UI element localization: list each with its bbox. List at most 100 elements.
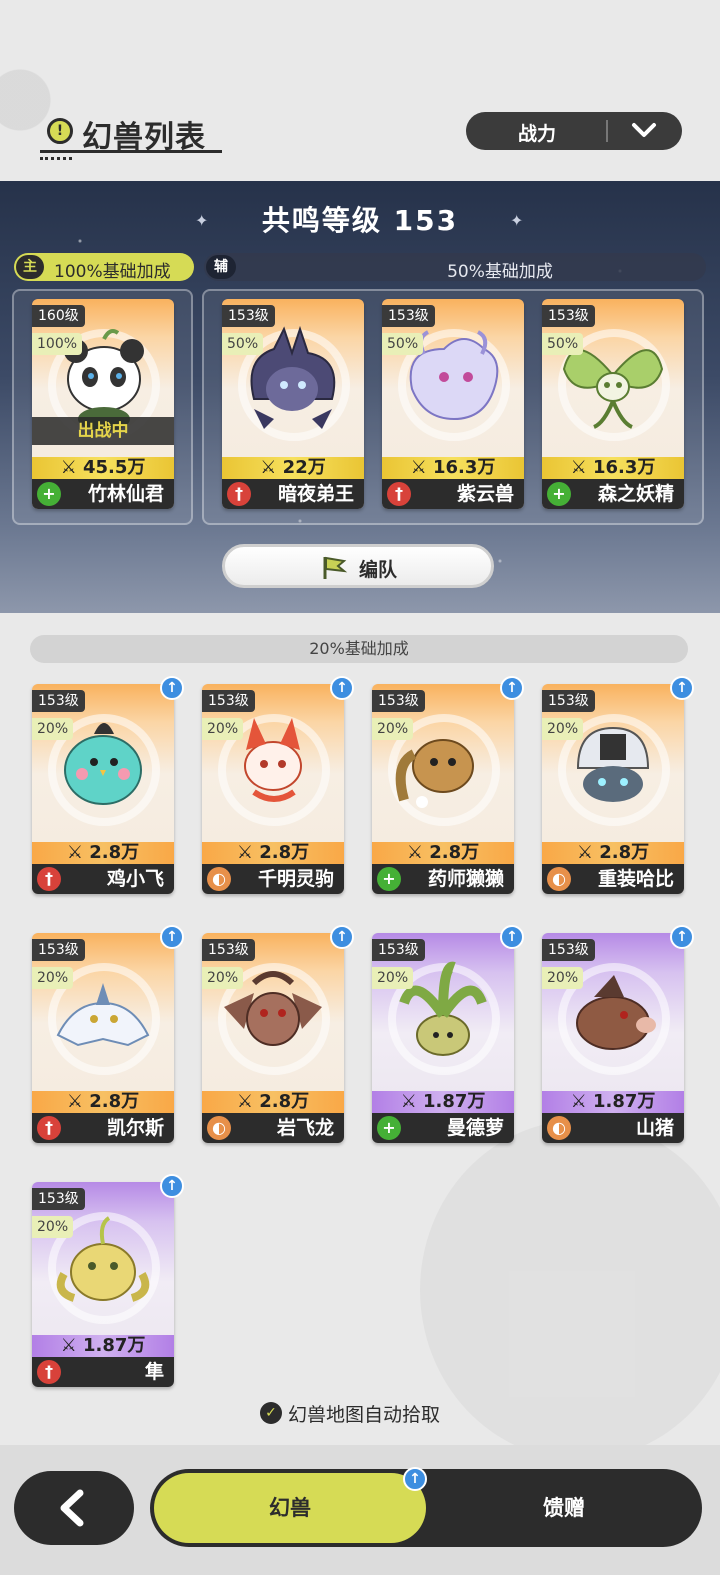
card-name-text: 山猪: [635, 1117, 674, 1139]
plus-icon: +: [37, 482, 61, 506]
team-card-main[interactable]: 出战中 160级 100% ⚔ 45.5万 + 竹林仙君: [32, 299, 174, 509]
back-arrow-icon: [60, 1489, 84, 1527]
card-power-value: 1.87万: [423, 1091, 486, 1112]
card-bonus-pct: 20%: [372, 967, 414, 989]
card-name: + 森之妖精: [542, 479, 684, 509]
card-name: † 隼: [32, 1357, 174, 1387]
beast-card[interactable]: 153级 20% ⚔ 1.87万 ◐ 山猪: [542, 933, 684, 1143]
title-underline: [40, 150, 222, 153]
beast-card[interactable]: 153级 20% ⚔ 2.8万 ◐ 岩飞龙: [202, 933, 344, 1143]
arrow-up-icon[interactable]: ↑: [500, 676, 524, 700]
card-bonus-pct: 20%: [542, 718, 584, 740]
arrow-up-icon[interactable]: ↑: [330, 925, 354, 949]
team-card-support-1[interactable]: 153级 50% ⚔ 22万 † 暗夜弟王: [222, 299, 364, 509]
plus-icon: +: [377, 867, 401, 891]
team-card-support-2[interactable]: 153级 50% ⚔ 16.3万 † 紫云兽: [382, 299, 524, 509]
sword-icon: †: [37, 867, 61, 891]
beast-card[interactable]: 153级 20% ⚔ 1.87万 † 隼: [32, 1182, 174, 1387]
arrow-up-icon[interactable]: ↑: [670, 925, 694, 949]
card-power: ⚔ 2.8万: [542, 842, 684, 864]
crossed-swords-icon: ⚔: [570, 1091, 587, 1112]
card-name: † 暗夜弟王: [222, 479, 364, 509]
card-power: ⚔ 22万: [222, 457, 364, 479]
beast-card[interactable]: 153级 20% ⚔ 2.8万 † 凯尔斯: [32, 933, 174, 1143]
card-name-text: 紫云兽: [456, 483, 514, 505]
card-bonus-pct: 20%: [202, 967, 244, 989]
card-level: 160级: [32, 305, 85, 327]
card-name-text: 重装哈比: [597, 868, 674, 890]
card-name: † 凯尔斯: [32, 1113, 174, 1143]
card-power: ⚔ 45.5万: [32, 457, 174, 479]
background-cat-watermark: [420, 1120, 720, 1460]
formation-label: 编队: [359, 559, 398, 581]
card-name: ◐ 岩飞龙: [202, 1113, 344, 1143]
back-button[interactable]: [14, 1471, 134, 1545]
plus-icon: +: [377, 1116, 401, 1140]
arrow-up-icon[interactable]: ↑: [500, 925, 524, 949]
sword-icon: †: [37, 1360, 61, 1384]
formation-button[interactable]: 编队: [222, 544, 494, 588]
checkmark-icon: ✓: [260, 1402, 282, 1424]
beast-card[interactable]: 153级 20% ⚔ 2.8万 ◐ 千明灵驹: [202, 684, 344, 894]
arrow-up-icon[interactable]: ↑: [330, 676, 354, 700]
card-level: 153级: [382, 305, 435, 327]
card-power-value: 2.8万: [599, 842, 650, 863]
card-power: ⚔ 2.8万: [32, 842, 174, 864]
tab-gift[interactable]: 馈赠: [430, 1473, 698, 1543]
card-level: 153级: [372, 690, 425, 712]
card-level: 153级: [542, 305, 595, 327]
crossed-swords-icon: ⚔: [60, 457, 77, 478]
card-name-text: 竹林仙君: [87, 483, 164, 505]
card-bonus-pct: 50%: [542, 333, 584, 355]
shield-icon: ◐: [207, 1116, 231, 1140]
card-name: ◐ 山猪: [542, 1113, 684, 1143]
arrow-up-icon[interactable]: ↑: [160, 925, 184, 949]
card-power-value: 16.3万: [433, 457, 496, 478]
beast-card[interactable]: 153级 20% ⚔ 2.8万 + 药师獭獭: [372, 684, 514, 894]
shield-icon: ◐: [547, 867, 571, 891]
card-name-text: 岩飞龙: [276, 1117, 334, 1139]
beast-card[interactable]: 153级 20% ⚔ 1.87万 + 曼德萝: [372, 933, 514, 1143]
card-power: ⚔ 16.3万: [542, 457, 684, 479]
card-power-value: 2.8万: [259, 842, 310, 863]
card-name: ◐ 重装哈比: [542, 864, 684, 894]
card-level: 153级: [222, 305, 275, 327]
crossed-swords-icon: ⚔: [66, 1091, 83, 1112]
info-icon[interactable]: !: [47, 118, 73, 144]
arrow-up-icon[interactable]: ↑: [160, 676, 184, 700]
card-power: ⚔ 2.8万: [32, 1091, 174, 1113]
card-power: ⚔ 1.87万: [32, 1335, 174, 1357]
card-name-text: 凯尔斯: [106, 1117, 164, 1139]
shield-icon: ◐: [547, 1116, 571, 1140]
card-power: ⚔ 1.87万: [542, 1091, 684, 1113]
sword-icon: †: [37, 1116, 61, 1140]
card-power-value: 2.8万: [89, 1091, 140, 1112]
card-name: + 曼德萝: [372, 1113, 514, 1143]
crossed-swords-icon: ⚔: [576, 842, 593, 863]
card-name-text: 鸡小飞: [106, 868, 164, 890]
resonance-level: 共鸣等级 153: [261, 204, 459, 237]
crossed-swords-icon: ⚔: [236, 1091, 253, 1112]
card-level: 153级: [32, 1188, 85, 1210]
team-card-support-3[interactable]: 153级 50% ⚔ 16.3万 + 森之妖精: [542, 299, 684, 509]
card-level: 153级: [32, 690, 85, 712]
card-bonus-pct: 50%: [382, 333, 424, 355]
arrow-up-icon: ↑: [403, 1467, 427, 1491]
card-bonus-pct: 20%: [32, 967, 74, 989]
card-name-text: 隼: [144, 1361, 164, 1383]
card-power: ⚔ 2.8万: [202, 1091, 344, 1113]
main-tag: 主: [16, 255, 44, 279]
beast-card[interactable]: 153级 20% ⚔ 2.8万 ◐ 重装哈比: [542, 684, 684, 894]
support-slot-label: 辅 50%基础加成: [204, 253, 706, 282]
tab-beast[interactable]: 幻兽: [154, 1473, 426, 1543]
card-name-text: 暗夜弟王: [277, 483, 354, 505]
arrow-up-icon[interactable]: ↑: [670, 676, 694, 700]
card-name: † 紫云兽: [382, 479, 524, 509]
tab-group: 幻兽 馈赠 ↑: [150, 1467, 702, 1547]
card-level: 153级: [202, 939, 255, 961]
sort-dropdown[interactable]: 战力: [466, 112, 682, 150]
beast-card[interactable]: 153级 20% ⚔ 2.8万 † 鸡小飞: [32, 684, 174, 894]
page-title-block: ! 幻兽列表: [40, 110, 224, 160]
arrow-up-icon[interactable]: ↑: [160, 1174, 184, 1198]
card-bonus-pct: 20%: [32, 718, 74, 740]
